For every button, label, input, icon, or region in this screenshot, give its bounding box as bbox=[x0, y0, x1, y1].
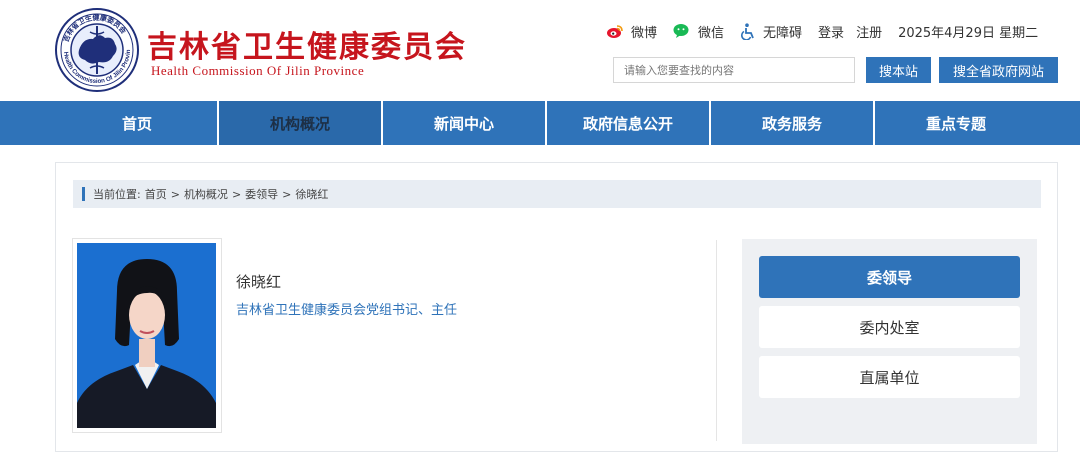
register-link[interactable]: 注册 bbox=[856, 22, 882, 41]
breadcrumb-separator: > bbox=[282, 187, 292, 201]
breadcrumb-link-leaders[interactable]: 委领导 bbox=[245, 186, 278, 202]
weibo-icon bbox=[607, 25, 623, 38]
sidebar-item-leaders[interactable]: 委领导 bbox=[759, 256, 1020, 298]
nav-item-services[interactable]: 政务服务 bbox=[711, 101, 873, 145]
nav-item-topics[interactable]: 重点专题 bbox=[875, 101, 1037, 145]
site-title[interactable]: 吉林省卫生健康委员会 bbox=[147, 22, 467, 66]
content-divider bbox=[716, 240, 717, 441]
weibo-label: 微博 bbox=[631, 25, 658, 41]
weibo-link[interactable]: 微博 bbox=[606, 22, 657, 41]
nav-item-organization[interactable]: 机构概况 bbox=[219, 101, 381, 145]
breadcrumb: 当前位置: 首页 > 机构概况 > 委领导 > 徐晓红 bbox=[73, 180, 1041, 208]
login-link[interactable]: 登录 bbox=[818, 22, 844, 41]
breadcrumb-current: 徐晓红 bbox=[295, 188, 329, 201]
main-nav: 首页 机构概况 新闻中心 政府信息公开 政务服务 重点专题 bbox=[0, 101, 1080, 145]
search-province-gov-button[interactable]: 搜全省政府网站 bbox=[939, 57, 1058, 83]
leader-photo-frame bbox=[72, 238, 222, 433]
site-subtitle: Health Commission Of Jilin Province bbox=[151, 63, 365, 78]
accessibility-link[interactable]: 无障碍 bbox=[740, 22, 802, 41]
search-site-button[interactable]: 搜本站 bbox=[866, 57, 931, 83]
nav-item-home[interactable]: 首页 bbox=[57, 101, 217, 145]
accessibility-label: 无障碍 bbox=[763, 25, 803, 41]
breadcrumb-link-home[interactable]: 首页 bbox=[145, 186, 167, 202]
current-date: 2025年4月29日 星期二 bbox=[898, 25, 1039, 41]
search-input[interactable] bbox=[613, 57, 855, 83]
breadcrumb-prefix: 当前位置: bbox=[93, 188, 141, 201]
wechat-icon bbox=[673, 24, 689, 38]
leader-position[interactable]: 吉林省卫生健康委员会党组书记、主任 bbox=[236, 299, 457, 318]
nav-item-gov-info[interactable]: 政府信息公开 bbox=[547, 101, 709, 145]
sidebar-item-departments[interactable]: 委内处室 bbox=[759, 306, 1020, 348]
site-header: Health Commission Of Jilin Province 吉林省卫… bbox=[0, 0, 1080, 101]
commission-logo-icon[interactable]: Health Commission Of Jilin Province 吉林省卫… bbox=[55, 8, 139, 92]
nav-item-news[interactable]: 新闻中心 bbox=[383, 101, 545, 145]
wechat-label: 微信 bbox=[698, 25, 725, 41]
leader-photo bbox=[77, 243, 216, 428]
sidebar-item-affiliated-units[interactable]: 直属单位 bbox=[759, 356, 1020, 398]
top-links: 微博 微信 无障碍 登录 注册 2025年4月29日 星期二 bbox=[606, 20, 1038, 42]
accessibility-icon bbox=[741, 22, 754, 40]
wechat-link[interactable]: 微信 bbox=[673, 22, 724, 41]
breadcrumb-separator: > bbox=[231, 187, 242, 201]
breadcrumb-link-organization[interactable]: 机构概况 bbox=[184, 186, 228, 202]
breadcrumb-separator: > bbox=[170, 187, 180, 201]
leader-name: 徐晓红 bbox=[236, 273, 282, 291]
breadcrumb-marker bbox=[82, 187, 85, 201]
